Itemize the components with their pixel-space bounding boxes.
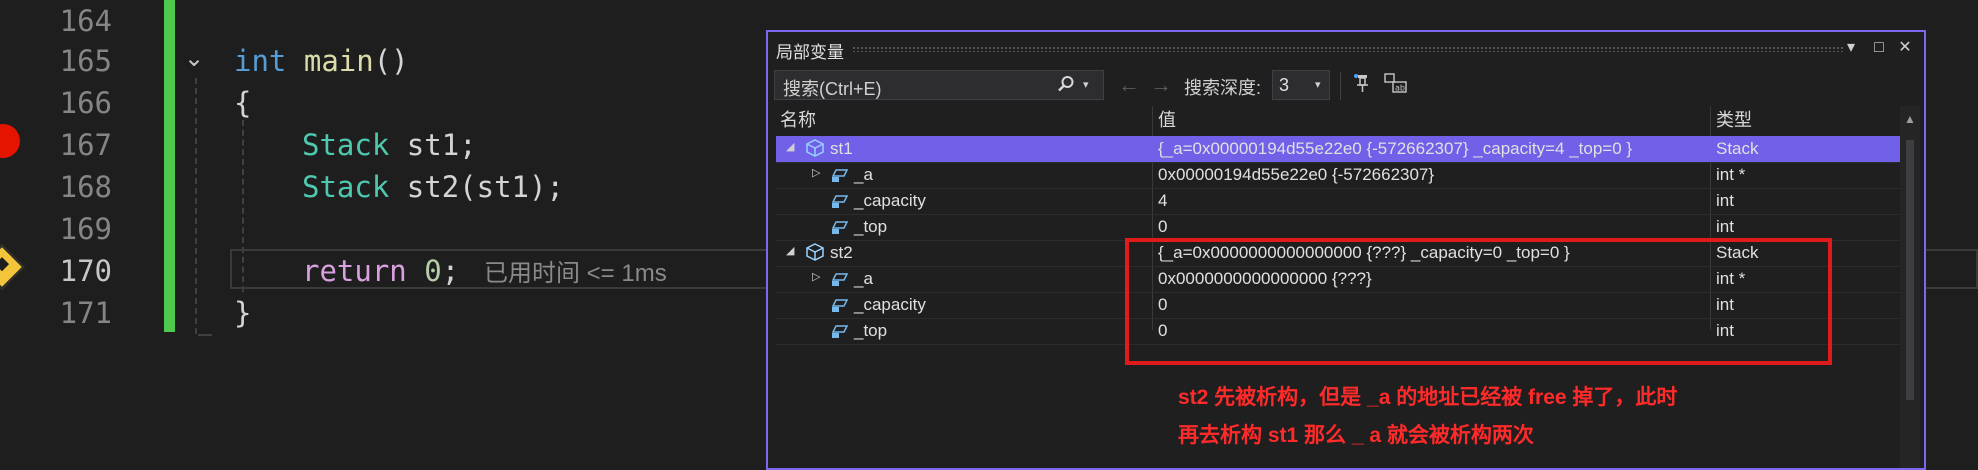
change-tracking-bar xyxy=(164,0,175,332)
var-value[interactable]: 0x00000194d55e22e0 {-572662307} xyxy=(1158,165,1434,185)
search-depth-value: 3 xyxy=(1279,75,1290,95)
field-icon xyxy=(830,269,849,287)
search-depth-select[interactable]: 3 ▾ xyxy=(1272,70,1330,100)
search-forward-button[interactable]: → xyxy=(1150,72,1172,98)
toolbar-separator xyxy=(1340,72,1341,100)
scope-guide-end xyxy=(198,334,212,336)
annotation-text: 再去析构 st1 那么 _ a 就会被析构两次 xyxy=(1178,424,1534,447)
table-row[interactable]: _capacity 4 int xyxy=(776,188,1908,215)
class-object-icon xyxy=(806,139,824,157)
var-name: _capacity xyxy=(854,191,926,210)
code-line-171[interactable]: } xyxy=(234,292,251,334)
line-number: 171 xyxy=(59,296,112,330)
var-name: _a xyxy=(854,269,873,288)
window-menu-button[interactable]: ▾ xyxy=(1838,34,1864,62)
scrollbar-thumb[interactable] xyxy=(1906,140,1914,400)
line-number: 168 xyxy=(59,170,112,204)
var-name: _top xyxy=(854,321,888,340)
field-icon xyxy=(830,191,849,209)
annotation-text: st2 先被析构，但是 _a 的地址已经被 free 掉了，此时 xyxy=(1178,386,1678,409)
search-back-button[interactable]: ← xyxy=(1118,72,1140,98)
table-row[interactable]: _top 0 int xyxy=(776,214,1908,241)
var-name: st1 xyxy=(830,139,853,158)
column-header-value[interactable]: 值 xyxy=(1158,106,1176,134)
var-value[interactable]: {_a=0x00000194d55e22e0 {-572662307} _cap… xyxy=(1158,139,1632,159)
var-name: _capacity xyxy=(854,295,926,314)
var-type: int xyxy=(1716,217,1734,236)
maximize-button[interactable]: □ xyxy=(1866,34,1892,62)
var-type: Stack xyxy=(1716,139,1759,158)
collapse-icon[interactable]: ◢ xyxy=(786,244,794,257)
column-header-name[interactable]: 名称 xyxy=(780,106,816,134)
column-header-type[interactable]: 类型 xyxy=(1716,106,1752,134)
var-name: _top xyxy=(854,217,888,236)
line-number: 165 xyxy=(59,44,112,78)
search-depth-label: 搜索深度: xyxy=(1184,78,1262,98)
code-line-167[interactable]: Stack st1; xyxy=(302,124,477,166)
perf-tip[interactable]: 已用时间 <= 1ms xyxy=(484,253,667,288)
var-name: st2 xyxy=(830,243,853,262)
table-row[interactable]: ▷ _a 0x00000194d55e22e0 {-572662307} int… xyxy=(776,162,1908,189)
close-button[interactable]: ✕ xyxy=(1892,34,1918,62)
search-input[interactable]: 搜索(Ctrl+E) ▾ xyxy=(774,70,1104,100)
drag-grip[interactable] xyxy=(852,46,1844,52)
var-type: int * xyxy=(1716,165,1746,184)
code-line-170[interactable]: return 0; xyxy=(302,250,459,292)
table-row[interactable]: ◢ st1 {_a=0x00000194d55e22e0 {-572662307… xyxy=(776,136,1908,163)
class-object-icon xyxy=(806,243,824,261)
chevron-down-icon[interactable]: ⌄ xyxy=(184,44,204,72)
var-type: int xyxy=(1716,191,1734,210)
scope-guide xyxy=(195,78,197,334)
var-value[interactable]: 4 xyxy=(1158,191,1167,211)
line-number: 169 xyxy=(59,212,112,246)
line-number: 166 xyxy=(59,86,112,120)
field-icon xyxy=(830,295,849,313)
field-icon xyxy=(830,321,849,339)
locals-title: 局部变量 xyxy=(776,43,844,62)
var-value[interactable]: 0 xyxy=(1158,217,1167,237)
breakpoint-icon[interactable] xyxy=(0,124,20,158)
line-number: 164 xyxy=(59,4,112,38)
chevron-down-icon: ▾ xyxy=(1315,79,1321,91)
collapse-icon[interactable]: ◢ xyxy=(786,140,794,153)
svg-text:ab: ab xyxy=(1395,84,1405,93)
field-icon xyxy=(830,165,849,183)
code-line-168[interactable]: Stack st2(st1); xyxy=(302,166,564,208)
pin-icon[interactable] xyxy=(1352,72,1376,96)
scroll-up-icon[interactable]: ▲ xyxy=(1904,112,1916,126)
field-icon xyxy=(830,217,849,235)
annotation-box xyxy=(1125,238,1832,365)
search-icon[interactable] xyxy=(1057,75,1075,98)
code-line-165[interactable]: int main() xyxy=(234,40,409,82)
line-number-current: 170 xyxy=(59,254,112,288)
code-line-166[interactable]: { xyxy=(234,82,251,124)
vertical-scrollbar[interactable]: ▲ xyxy=(1900,106,1920,468)
view-format-icon[interactable]: ab xyxy=(1384,72,1408,96)
search-placeholder: 搜索(Ctrl+E) xyxy=(783,79,882,99)
locals-titlebar[interactable]: 局部变量 ▾ □ ✕ xyxy=(768,32,1924,64)
search-options-caret[interactable]: ▾ xyxy=(1083,78,1089,91)
expand-icon[interactable]: ▷ xyxy=(812,270,820,283)
locals-toolbar: 搜索(Ctrl+E) ▾ ← → 搜索深度: 3 ▾ ab xyxy=(768,66,1924,106)
current-statement-icon xyxy=(0,244,25,290)
line-number: 167 xyxy=(59,128,112,162)
var-name: _a xyxy=(854,165,873,184)
expand-icon[interactable]: ▷ xyxy=(812,166,820,179)
